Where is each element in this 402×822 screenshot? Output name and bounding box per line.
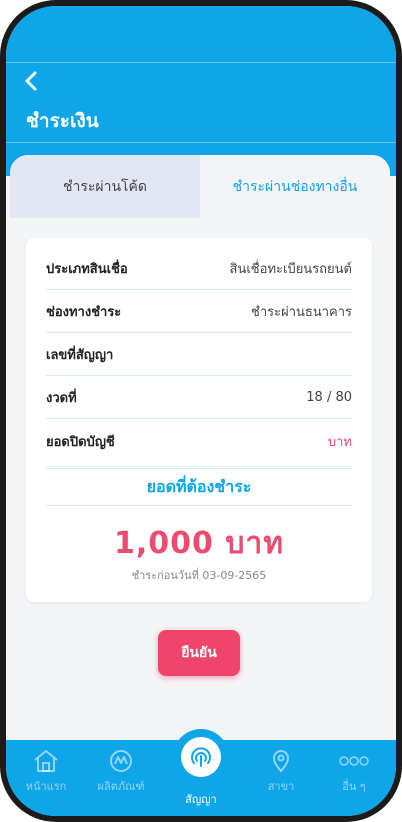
nav-item-branch[interactable]: สาขา — [245, 748, 317, 808]
payment-content: ชำระผ่านโค้ด ชำระผ่านช่องทางอื่น ประเภทส… — [10, 155, 390, 740]
header-divider — [6, 62, 396, 63]
detail-row-installment: งวดที่ 18 / 80 — [46, 377, 352, 419]
header-divider — [6, 142, 396, 143]
tab-pay-by-code[interactable]: ชำระผ่านโค้ด — [10, 155, 200, 218]
detail-row-loan-type: ประเภทสินเชื่อ สินเชื่อทะเบียนรถยนต์ — [46, 248, 352, 290]
detail-value: สินเชื่อทะเบียนรถยนต์ — [229, 262, 352, 277]
detail-row-payment-channel: ช่องทางชำระ ชำระผ่านธนาคาร — [46, 291, 352, 333]
detail-row-payoff-amount: ยอดปิดบัญชี บาท — [46, 420, 352, 462]
page-title: ชำระเงิน — [26, 110, 99, 132]
more-icon — [339, 756, 369, 766]
detail-value: บาท — [327, 434, 352, 450]
location-pin-icon — [272, 750, 290, 773]
screen: ชำระเงิน ชำระผ่านโค้ด ชำระผ่านช่องทางอื่… — [6, 6, 396, 816]
tab-pay-other-channels[interactable]: ชำระผ่านช่องทางอื่น — [200, 155, 390, 218]
amount-due-title: ยอดที่ต้องชำระ — [46, 466, 352, 506]
nav-item-products[interactable]: ผลิตภัณฑ์ — [85, 748, 157, 808]
back-button[interactable] — [22, 68, 54, 100]
detail-row-contract-number: เลขที่สัญญา — [46, 334, 352, 376]
product-icon — [110, 750, 132, 772]
due-date-text: ชำระก่อนวันที่ 03-09-2565 — [131, 569, 267, 582]
nav-label: สัญญา — [185, 793, 217, 806]
detail-label: ประเภทสินเชื่อ — [46, 262, 128, 277]
nav-label: อื่น ๆ — [342, 780, 366, 793]
detail-label: เลขที่สัญญา — [46, 348, 114, 363]
detail-label: ช่องทางชำระ — [46, 305, 122, 320]
detail-label: ยอดปิดบัญชี — [46, 434, 115, 450]
detail-value: ชำระผ่านธนาคาร — [251, 305, 352, 320]
detail-value: 18 / 80 — [306, 390, 352, 405]
bottom-nav: หน้าแรก ผลิตภัณฑ์ สัญญา สาขา อื่น ๆ — [6, 729, 396, 816]
payment-details-card: ประเภทสินเชื่อ สินเชื่อทะเบียนรถยนต์ ช่อ… — [26, 238, 372, 602]
payment-tabs: ชำระผ่านโค้ด ชำระผ่านช่องทางอื่น — [10, 155, 390, 218]
nav-label: หน้าแรก — [25, 780, 67, 793]
chevron-left-icon — [25, 71, 37, 91]
confirm-button[interactable]: ยืนยัน — [158, 630, 240, 676]
nav-item-more[interactable]: อื่น ๆ — [318, 748, 390, 808]
home-icon — [34, 750, 58, 772]
active-nav-bubble — [173, 729, 229, 785]
nav-item-contract[interactable]: สัญญา — [165, 729, 237, 808]
detail-label: งวดที่ — [46, 391, 77, 406]
amount-due-value: 1,000 บาท — [113, 526, 284, 561]
nav-label: สาขา — [267, 780, 295, 793]
nav-label: ผลิตภัณฑ์ — [97, 780, 145, 793]
nav-item-home[interactable]: หน้าแรก — [10, 748, 82, 808]
contract-icon — [191, 747, 211, 767]
phone-frame: ชำระเงิน ชำระผ่านโค้ด ชำระผ่านช่องทางอื่… — [0, 0, 402, 822]
app-header: ชำระเงิน — [6, 6, 396, 176]
